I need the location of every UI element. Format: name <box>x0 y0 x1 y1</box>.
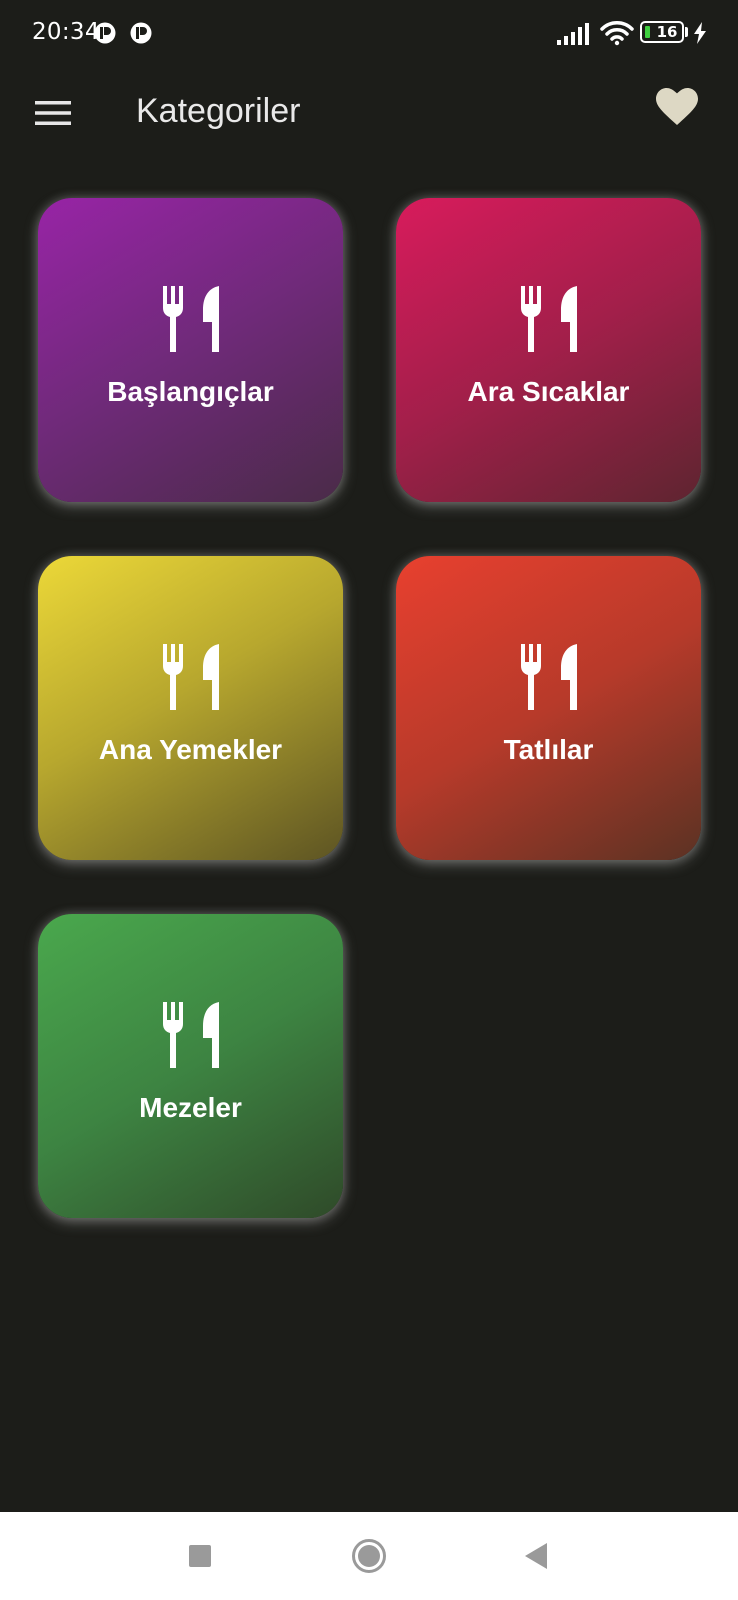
battery-icon: 16 <box>640 21 688 45</box>
status-bar: 20:34 16 <box>0 0 738 70</box>
restaurant-icon <box>521 286 577 352</box>
navigation-bar <box>0 1512 738 1600</box>
page-title: Kategoriler <box>136 92 301 130</box>
back-button[interactable] <box>516 1536 556 1576</box>
menu-button[interactable] <box>30 90 76 136</box>
category-card-ana-yemekler[interactable]: Ana Yemekler <box>38 556 343 860</box>
app-bar: Kategoriler <box>0 70 738 182</box>
heart-icon <box>656 88 698 125</box>
notification-icon <box>94 22 116 44</box>
menu-icon <box>35 101 71 125</box>
home-circle-icon <box>352 1539 386 1573</box>
category-label: Ara Sıcaklar <box>467 376 630 407</box>
category-card-mezeler[interactable]: Mezeler <box>38 914 343 1218</box>
battery-body: 16 <box>640 21 684 43</box>
restaurant-icon <box>521 644 577 710</box>
screen: 20:34 16 Kategoriler Başlangıçlar Ara Sı… <box>0 0 738 1600</box>
recents-square-icon <box>189 1545 211 1567</box>
battery-level: 16 <box>656 23 678 41</box>
category-card-tatlilar[interactable]: Tatlılar <box>396 556 701 860</box>
battery-fill <box>645 26 650 38</box>
restaurant-icon <box>163 1002 219 1068</box>
category-label: Ana Yemekler <box>98 734 283 765</box>
charging-icon <box>694 22 706 44</box>
wifi-icon <box>600 21 634 46</box>
category-label: Mezeler <box>139 1092 242 1123</box>
restaurant-icon <box>163 286 219 352</box>
category-card-baslangiclar[interactable]: Başlangıçlar <box>38 198 343 502</box>
status-time: 20:34 <box>32 19 100 45</box>
signal-icon <box>557 23 589 45</box>
recents-button[interactable] <box>180 1536 220 1576</box>
battery-tip <box>685 27 688 37</box>
favorites-button[interactable] <box>654 84 700 130</box>
restaurant-icon <box>163 644 219 710</box>
category-label: Tatlılar <box>503 734 594 765</box>
category-label: Başlangıçlar <box>107 376 274 407</box>
home-button[interactable] <box>349 1536 389 1576</box>
back-triangle-icon <box>525 1543 547 1569</box>
notification-icon <box>130 22 152 44</box>
category-card-ara-sicaklar[interactable]: Ara Sıcaklar <box>396 198 701 502</box>
